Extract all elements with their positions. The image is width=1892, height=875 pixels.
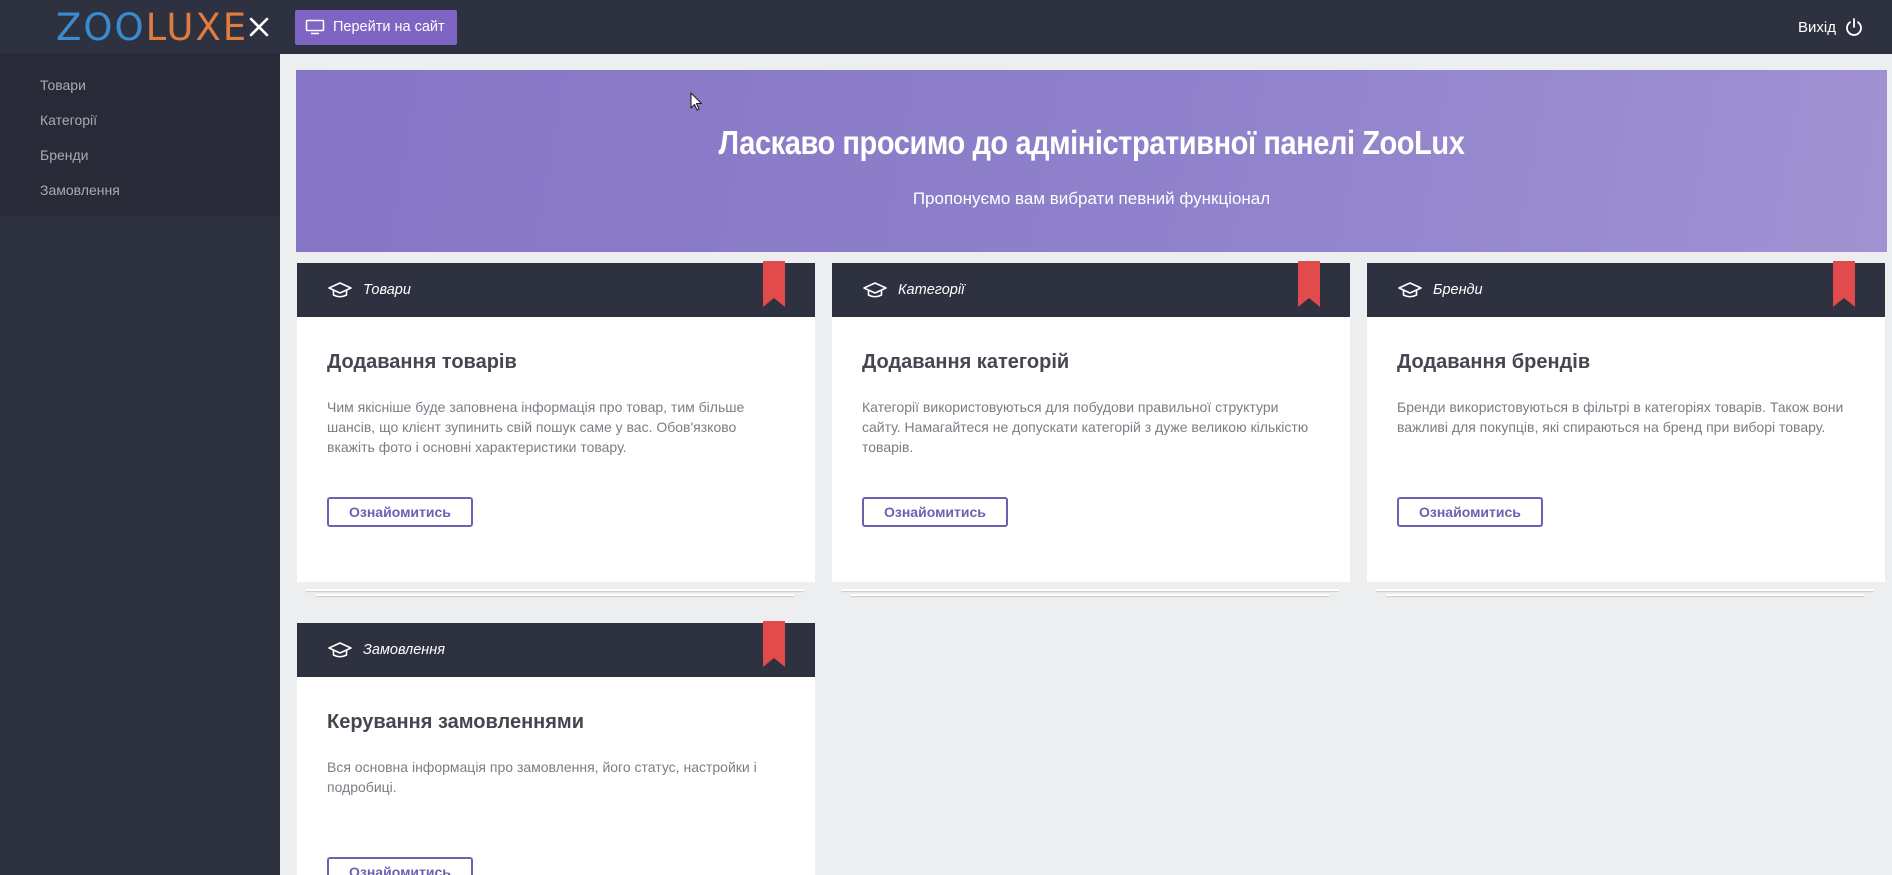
card-category: Категорії — [898, 282, 965, 298]
card-header: Замовлення — [297, 621, 815, 677]
card-stack-shadow — [841, 589, 1339, 591]
card-title: Додавання товарів — [327, 351, 517, 373]
sidebar-nav: Товари Категорії Бренди Замовлення — [0, 54, 280, 216]
card-stack-shadow — [306, 589, 804, 591]
card-title: Додавання категорій — [862, 351, 1070, 373]
graduation-cap-icon — [328, 642, 352, 658]
card-orders: Замовлення Керування замовленнями Вся ос… — [297, 621, 815, 875]
learn-more-button[interactable]: Ознайомитись — [327, 857, 473, 875]
logo[interactable]: ZOOLUXE — [56, 9, 248, 46]
logout-button[interactable]: Вихід — [1798, 17, 1864, 37]
card-brands: Бренди Додавання брендів Бренди використ… — [1367, 261, 1885, 582]
card-category: Замовлення — [363, 642, 446, 658]
learn-more-button[interactable]: Ознайомитись — [327, 497, 473, 527]
card-categories: Категорії Додавання категорій Категорії … — [832, 261, 1350, 582]
power-icon — [1846, 18, 1862, 36]
sidebar-item-products[interactable]: Товари — [0, 68, 280, 103]
card-header: Категорії — [832, 261, 1350, 317]
mouse-cursor-icon — [690, 92, 703, 111]
card-title: Керування замовленнями — [327, 711, 585, 733]
go-to-site-button[interactable]: Перейти на сайт — [295, 9, 457, 45]
card-header: Товари — [297, 261, 815, 317]
card-stack-shadow — [316, 594, 794, 596]
bookmark-icon — [763, 261, 785, 307]
graduation-cap-icon — [863, 282, 887, 298]
graduation-cap-icon — [1398, 282, 1422, 298]
welcome-banner: Ласкаво просимо до адміністративної пане… — [296, 70, 1887, 252]
card-description: Категорії використовуються для побудови … — [862, 399, 1309, 455]
learn-more-button[interactable]: Ознайомитись — [1397, 497, 1543, 527]
monitor-icon — [305, 19, 325, 35]
card-stack-shadow — [851, 594, 1329, 596]
card-category: Бренди — [1433, 282, 1483, 298]
sidebar-item-brands[interactable]: Бренди — [0, 138, 280, 173]
sidebar-header: ZOOLUXE — [0, 0, 280, 54]
bookmark-icon — [763, 621, 785, 667]
card-description: Вся основна інформація про замовлення, й… — [327, 759, 757, 795]
sidebar-item-categories[interactable]: Категорії — [0, 103, 280, 138]
bookmark-icon — [1298, 261, 1320, 307]
card-description: Чим якісніше буде заповнена інформація п… — [327, 399, 745, 455]
card-header: Бренди — [1367, 261, 1885, 317]
card-category: Товари — [363, 282, 411, 298]
card-title: Додавання брендів — [1397, 351, 1591, 373]
logout-label: Вихід — [1798, 18, 1836, 36]
card-description: Бренди використовуються в фільтрі в кате… — [1397, 399, 1844, 435]
close-icon[interactable] — [248, 12, 270, 42]
banner-subtitle: Пропонуємо вам вибрати певний функціонал — [912, 189, 1271, 208]
topbar: Перейти на сайт Вихід — [280, 0, 1892, 54]
sidebar-item-orders[interactable]: Замовлення — [0, 173, 280, 208]
learn-more-button[interactable]: Ознайомитись — [862, 497, 1008, 527]
card-products: Товари Додавання товарів Чим якісніше бу… — [297, 261, 815, 582]
card-stack-shadow — [1386, 594, 1864, 596]
card-stack-shadow — [1376, 589, 1874, 591]
graduation-cap-icon — [328, 282, 352, 298]
go-to-site-label: Перейти на сайт — [333, 19, 445, 35]
banner-title: Ласкаво просимо до адміністративної пане… — [718, 124, 1465, 161]
sidebar: ZOOLUXE Товари Категорії Бренди Замовлен… — [0, 0, 280, 875]
bookmark-icon — [1833, 261, 1855, 307]
